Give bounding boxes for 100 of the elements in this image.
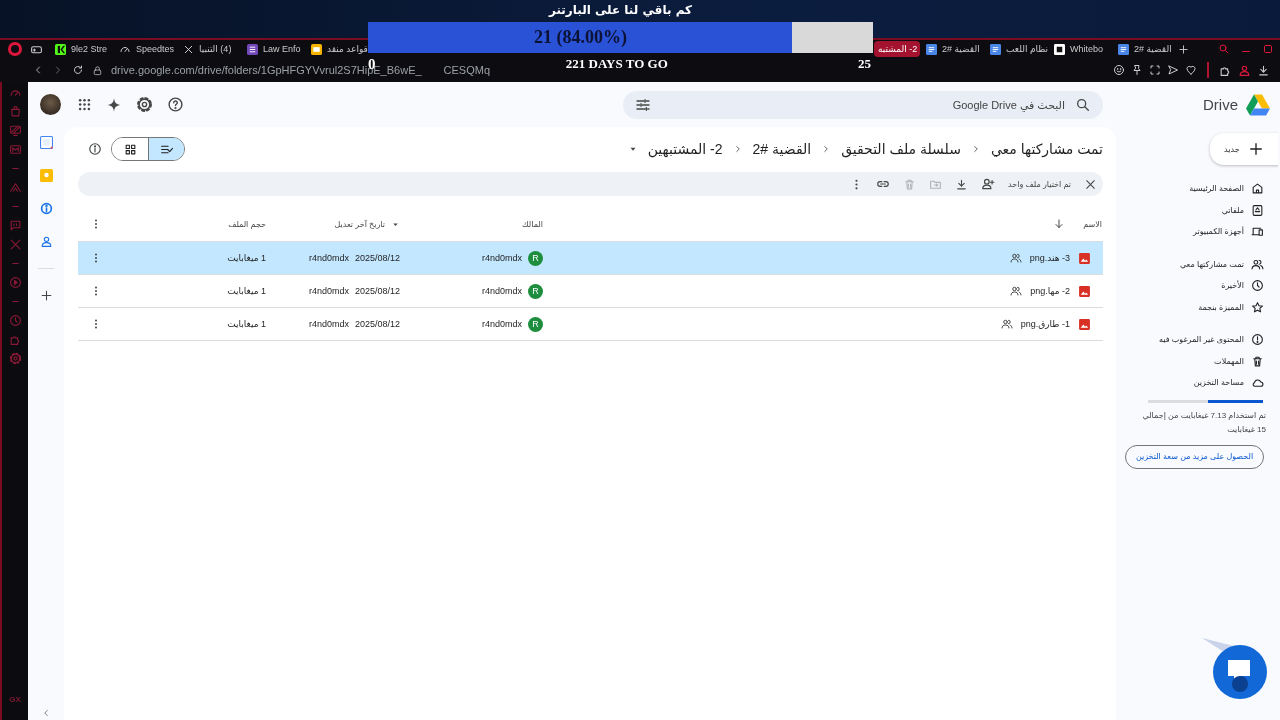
nav-item[interactable]: المميزة بنجمة bbox=[1198, 302, 1244, 312]
overlay-title: كم باقي لنا على البارتنر bbox=[548, 3, 693, 17]
nav-item[interactable]: أجهزة الكمبيوتر bbox=[1193, 227, 1244, 237]
nav-item[interactable]: تمت مشاركتها معي bbox=[1179, 259, 1244, 269]
person-icon[interactable] bbox=[1238, 63, 1251, 77]
star-icon[interactable] bbox=[1251, 300, 1264, 314]
nav-item[interactable]: المحتوى غير المرغوب فيه bbox=[1159, 335, 1244, 345]
send-icon[interactable] bbox=[1167, 64, 1179, 76]
file-name[interactable]: 2- مها.png bbox=[1030, 286, 1070, 296]
nav-item[interactable]: مساحة التخزين bbox=[1193, 378, 1244, 388]
triangle-logo-icon[interactable] bbox=[1246, 93, 1270, 116]
heart-icon[interactable] bbox=[1185, 64, 1197, 76]
list-view-toggle[interactable] bbox=[148, 138, 184, 160]
browser-tab[interactable]: Speedtes bbox=[115, 41, 177, 57]
browser-tab[interactable]: Whitebo bbox=[1050, 41, 1112, 57]
owner-avatar: R bbox=[528, 250, 543, 266]
column-header[interactable]: الاسم bbox=[1083, 219, 1102, 229]
browser-tab[interactable]: 9le2 Stre bbox=[51, 41, 113, 57]
document-icon bbox=[926, 43, 937, 55]
nav-item[interactable]: المهملات bbox=[1214, 356, 1244, 366]
search-icon[interactable] bbox=[1218, 43, 1230, 55]
plus-icon[interactable] bbox=[39, 289, 53, 302]
selection-label: تم اختيار ملف واحد bbox=[1008, 179, 1071, 189]
storage-text: تم استخدام 7.13 غيغابايت من إجمالي 15 غيغابايت bbox=[1142, 409, 1266, 436]
x-icon bbox=[183, 43, 194, 55]
calendar-icon[interactable] bbox=[39, 136, 53, 149]
image-file-icon bbox=[1078, 284, 1091, 298]
download-icon[interactable] bbox=[955, 177, 969, 191]
people-icon[interactable] bbox=[1251, 257, 1264, 271]
column-header[interactable]: المالك bbox=[522, 219, 543, 229]
trash-icon[interactable] bbox=[1251, 354, 1264, 368]
owner-cell: r4nd0mdx bbox=[481, 253, 522, 263]
search-bar[interactable]: البحث في Google Drive bbox=[623, 90, 1103, 119]
sort-arrow-icon[interactable] bbox=[1053, 218, 1066, 230]
countdown-label: 221 DAYS TO GO bbox=[565, 56, 668, 72]
shared-icon bbox=[1010, 285, 1023, 297]
browser-tab[interactable]: Law Enfo bbox=[243, 41, 305, 57]
maximize-icon[interactable] bbox=[1262, 43, 1274, 55]
browser-tab[interactable]: القضية #2 bbox=[1114, 41, 1176, 57]
clock-icon[interactable] bbox=[1251, 279, 1264, 293]
browser-tab[interactable]: 2- المشتبه bbox=[874, 41, 920, 57]
snapshot-icon[interactable] bbox=[1149, 64, 1161, 76]
search-icon[interactable] bbox=[1075, 96, 1091, 113]
close-icon[interactable] bbox=[1084, 177, 1097, 191]
owner-avatar: R bbox=[528, 283, 543, 299]
new-button[interactable]: جديد bbox=[1210, 133, 1278, 165]
breadcrumb-link[interactable]: سلسلة ملف التحقيق bbox=[841, 141, 961, 157]
smiley-icon[interactable] bbox=[1113, 64, 1125, 76]
file-name[interactable]: 1- طارق.png bbox=[1020, 319, 1070, 329]
column-header[interactable]: تاريخ آخر تعديل bbox=[334, 219, 385, 229]
file-name[interactable]: 3- هند.png bbox=[1029, 253, 1070, 263]
modifier-text: r4nd0mdx bbox=[308, 319, 349, 329]
nav-item[interactable]: الصفحة الرئيسية bbox=[1189, 184, 1244, 194]
square-icon bbox=[1054, 43, 1065, 55]
breadcrumb-link[interactable]: القضية #2 bbox=[752, 141, 812, 157]
pin-icon[interactable] bbox=[1131, 64, 1143, 76]
nav-item[interactable]: ملفاتي bbox=[1221, 205, 1244, 215]
filter-icon[interactable] bbox=[635, 96, 651, 113]
column-header[interactable]: حجم الملف bbox=[228, 219, 266, 229]
download-icon[interactable] bbox=[1257, 63, 1270, 77]
apps-icon[interactable] bbox=[77, 97, 92, 112]
breadcrumb-link[interactable]: تمت مشاركتها معي bbox=[990, 141, 1103, 157]
avatar[interactable] bbox=[40, 94, 61, 115]
reload-icon[interactable] bbox=[72, 64, 84, 76]
browser-tab[interactable]: القضية #2 bbox=[922, 41, 984, 57]
view-toggle[interactable] bbox=[111, 137, 185, 161]
drive-icon[interactable] bbox=[1251, 203, 1264, 217]
shared-icon bbox=[1000, 318, 1013, 330]
search-field[interactable]: البحث في Google Drive bbox=[659, 97, 1067, 112]
badge-text: GX bbox=[9, 695, 21, 706]
person-icon[interactable] bbox=[39, 235, 53, 248]
browser-tab[interactable]: نظام اللعب bbox=[986, 41, 1048, 57]
document-icon bbox=[990, 43, 1001, 55]
owner-cell: r4nd0mdx bbox=[481, 286, 522, 296]
logo-text[interactable]: Drive bbox=[1203, 96, 1238, 113]
grid-icon bbox=[123, 142, 137, 156]
date-cell: 2025/08/12 bbox=[354, 286, 400, 296]
shared-icon bbox=[1009, 252, 1022, 264]
end-label: 25 bbox=[858, 56, 871, 72]
browser-tab[interactable]: قواعد منقد bbox=[307, 41, 369, 57]
alert-icon[interactable] bbox=[1251, 333, 1264, 347]
devices-icon[interactable] bbox=[1251, 225, 1264, 239]
browser-tab[interactable]: (4) التنبيا bbox=[179, 41, 241, 57]
home-icon[interactable] bbox=[1251, 182, 1264, 196]
plus-icon[interactable] bbox=[1178, 43, 1189, 55]
url-text[interactable]: CESQMq bbox=[443, 64, 491, 76]
date-cell: 2025/08/12 bbox=[354, 319, 400, 329]
info-icon[interactable] bbox=[88, 142, 102, 156]
modifier-text: r4nd0mdx bbox=[308, 253, 349, 263]
plus-icon bbox=[1247, 141, 1264, 157]
modifier-text: r4nd0mdx bbox=[308, 286, 349, 296]
breadcrumb-link[interactable]: 2- المشتبهين bbox=[647, 141, 723, 157]
help-icon[interactable] bbox=[167, 96, 184, 113]
cloud-icon[interactable] bbox=[1251, 376, 1264, 390]
collapse-icon[interactable] bbox=[41, 708, 51, 718]
size-cell: 1 ميغابايت bbox=[227, 319, 266, 329]
image-file-icon bbox=[1078, 317, 1091, 331]
nav-item[interactable]: الأخيرة bbox=[1221, 281, 1244, 291]
person-add-icon[interactable] bbox=[981, 177, 996, 191]
settings-icon[interactable] bbox=[136, 96, 153, 113]
